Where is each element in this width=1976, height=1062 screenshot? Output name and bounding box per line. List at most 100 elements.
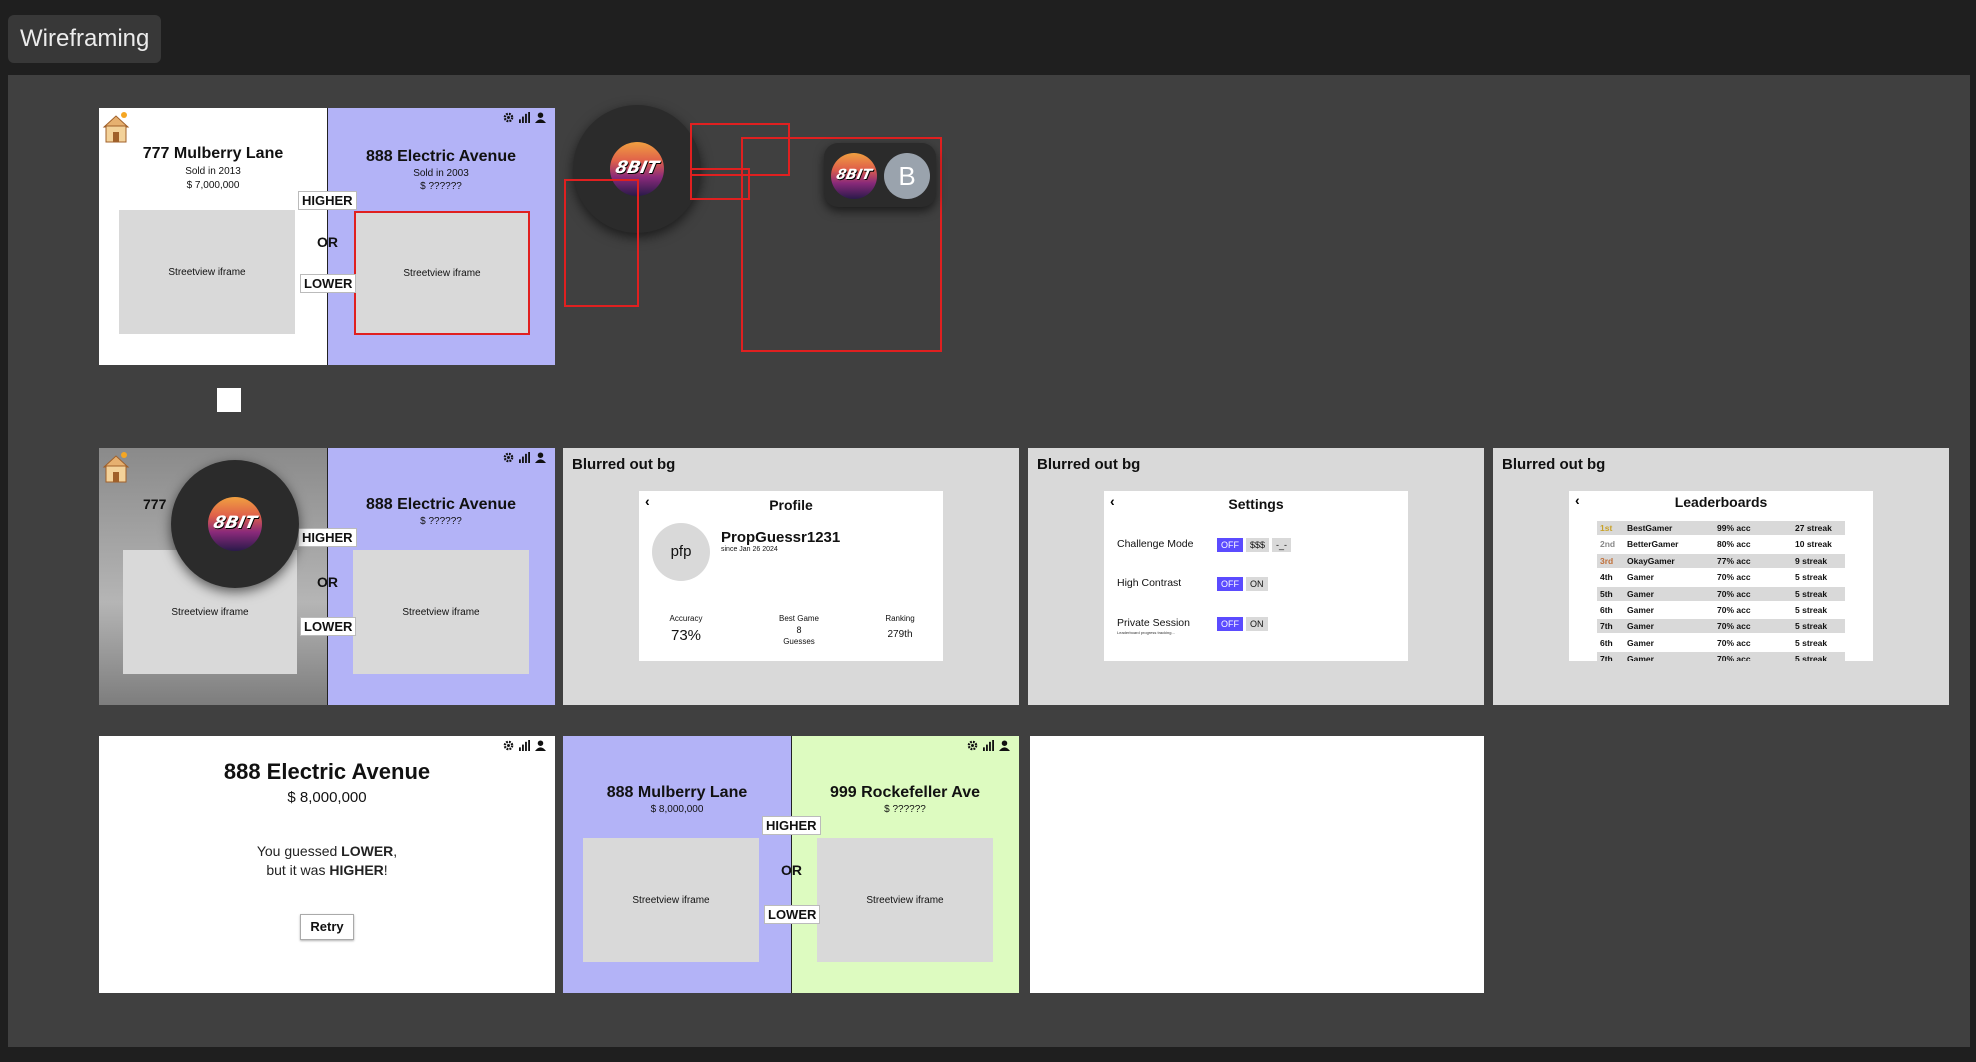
option-money[interactable]: $$$ [1246, 538, 1270, 552]
stat-bestgame-unit: Guesses [783, 637, 815, 646]
streetview-iframe-right[interactable]: Streetview iframe [354, 211, 530, 335]
leaderboard-row[interactable]: 6th Gamer 70% acc 5 streak [1597, 603, 1845, 617]
settings-overlay-frame[interactable]: Blurred out bg ‹ Settings Challenge Mode… [1028, 448, 1484, 705]
option-off[interactable]: OFF [1217, 538, 1243, 552]
user-icon[interactable] [535, 740, 546, 751]
game-frame-2[interactable]: 777 Streetview iframe 888 Electric Avenu… [99, 448, 555, 705]
result-frame[interactable]: 888 Electric Avenue $ 8,000,000 You gues… [99, 736, 555, 993]
signal-icon[interactable] [519, 452, 530, 463]
leaderboard-card: ‹ Leaderboards 1st BestGamer 99% acc 27 str… [1569, 491, 1873, 661]
leaderboard-row[interactable]: 3rd OkayGamer 77% acc 9 streak [1597, 553, 1845, 568]
gear-icon[interactable] [503, 452, 514, 463]
leaderboard-accuracy: 70% acc [1717, 605, 1751, 615]
leaderboard-accuracy: 77% acc [1717, 555, 1751, 566]
option-off[interactable]: OFF [1217, 577, 1243, 591]
high-contrast-label: High Contrast [1117, 577, 1182, 589]
right-price: $ ?????? [884, 804, 926, 815]
option-on[interactable]: ON [1246, 617, 1268, 631]
avatar[interactable]: B [884, 153, 930, 199]
private-session-label: Private Session [1117, 617, 1190, 629]
leaderboard-accuracy: 70% acc [1717, 588, 1751, 599]
right-price: $ ?????? [420, 181, 462, 192]
stat-bestgame-value: 8 [796, 625, 802, 635]
higher-button[interactable]: HIGHER [298, 191, 357, 210]
leaderboard-streak: 5 streak [1795, 621, 1828, 632]
leaderboard-row[interactable]: 7th Gamer 70% acc 5 streak [1597, 652, 1845, 661]
result-line-1-text: You guessed [256, 843, 342, 859]
stat-accuracy-value: 73% [670, 627, 702, 644]
leaderboard-row[interactable]: 4th Gamer 70% acc 5 streak [1597, 570, 1845, 585]
placeholder-square [217, 388, 241, 412]
leaderboard-overlay-frame[interactable]: Blurred out bg ‹ Leaderboards 1st BestGam… [1493, 448, 1949, 705]
higher-button[interactable]: HIGHER [762, 816, 821, 835]
option-off[interactable]: OFF [1217, 617, 1243, 631]
leaderboard-name: Gamer [1627, 572, 1654, 583]
game-frame-3[interactable]: 888 Mulberry Lane $ 8,000,000 Streetview… [563, 736, 1019, 993]
leaderboard-rank: 4th [1600, 572, 1613, 583]
left-sold: Sold in 2013 [185, 166, 241, 177]
top-icons [503, 452, 546, 463]
leaderboard-rank: 1st [1600, 523, 1613, 533]
option-on[interactable]: ON [1246, 577, 1268, 591]
game-frame-1[interactable]: 777 Mulberry Lane Sold in 2013 $ 7,000,0… [99, 108, 555, 365]
house-icon [102, 450, 130, 484]
streetview-iframe-right[interactable]: Streetview iframe [353, 550, 529, 674]
streetview-iframe-right[interactable]: Streetview iframe [817, 838, 993, 962]
house-icon [102, 110, 130, 144]
private-session-toggle[interactable]: OFF ON [1217, 614, 1271, 632]
left-address: 777 Mulberry Lane [142, 145, 284, 162]
wireframe-canvas[interactable]: 777 Mulberry Lane Sold in 2013 $ 7,000,0… [8, 75, 1970, 1047]
profile-overlay-frame[interactable]: Blurred out bg ‹ Profile pfp PropGuessr1… [563, 448, 1019, 705]
left-address: 777 [143, 496, 167, 512]
settings-title: Settings [1228, 496, 1284, 512]
higher-button[interactable]: HIGHER [298, 528, 357, 547]
leaderboard-table[interactable]: 1st BestGamer 99% acc 27 streak 2nd BetterGam… [1597, 521, 1845, 661]
right-price: $ ?????? [420, 516, 462, 527]
or-label: OR [317, 234, 338, 250]
leaderboard-rank: 6th [1600, 605, 1613, 615]
user-icon[interactable] [535, 452, 546, 463]
right-address: 888 Electric Avenue [365, 496, 516, 513]
leaderboard-accuracy: 70% acc [1717, 621, 1751, 632]
logo-avatar-pill[interactable]: 8BIT B [824, 143, 936, 207]
blurred-bg-label: Blurred out bg [572, 456, 676, 473]
user-icon[interactable] [535, 112, 546, 123]
stat-ranking-label: Ranking [885, 614, 915, 623]
leaderboard-streak: 5 streak [1795, 572, 1828, 583]
lower-button[interactable]: LOWER [764, 905, 821, 924]
leaderboard-title: Leaderboards [1674, 494, 1768, 510]
leaderboard-row[interactable]: 6th Gamer 70% acc 5 streak [1597, 635, 1845, 650]
pfp-avatar[interactable]: pfp [652, 523, 710, 581]
leaderboard-row[interactable]: 2nd BetterGamer 80% acc 10 streak [1597, 537, 1845, 552]
stat-ranking-value: 279th [887, 629, 913, 640]
left-price: $ 7,000,000 [186, 180, 240, 191]
high-contrast-toggle[interactable]: OFF ON [1217, 574, 1271, 592]
leaderboard-row[interactable]: 1st BestGamer 99% acc 27 streak [1597, 521, 1845, 535]
leaderboard-streak: 5 streak [1795, 654, 1828, 661]
lower-button[interactable]: LOWER [300, 274, 357, 293]
blank-frame[interactable] [1030, 736, 1484, 993]
retry-button[interactable]: Retry [300, 914, 354, 940]
challenge-mode-toggle[interactable]: OFF $$$ -_- [1217, 535, 1294, 553]
right-address: 888 Electric Avenue [365, 148, 516, 165]
page-title[interactable]: Wireframing [8, 15, 162, 63]
leaderboard-row[interactable]: 7th Gamer 70% acc 5 streak [1597, 619, 1845, 634]
gear-icon[interactable] [503, 740, 514, 751]
leaderboard-row[interactable]: 5th Gamer 70% acc 5 streak [1597, 586, 1845, 601]
gear-icon[interactable] [967, 740, 978, 751]
leaderboard-streak: 5 streak [1795, 605, 1828, 615]
signal-icon[interactable] [519, 112, 530, 123]
gear-icon[interactable] [503, 112, 514, 123]
option-face[interactable]: -_- [1272, 538, 1292, 552]
user-icon[interactable] [999, 740, 1010, 751]
lower-button[interactable]: LOWER [300, 617, 357, 636]
result-line-2: but it was HIGHER! [99, 862, 555, 878]
signal-icon[interactable] [519, 740, 530, 751]
signal-icon[interactable] [983, 740, 994, 751]
leaderboard-accuracy: 70% acc [1717, 637, 1751, 648]
streetview-iframe-left[interactable]: Streetview iframe [119, 210, 295, 334]
leaderboard-rank: 5th [1600, 588, 1613, 599]
right-sold: Sold in 2003 [413, 168, 469, 179]
streetview-iframe-left[interactable]: Streetview iframe [583, 838, 759, 962]
profile-since: since Jan 26 2024 [721, 546, 778, 553]
